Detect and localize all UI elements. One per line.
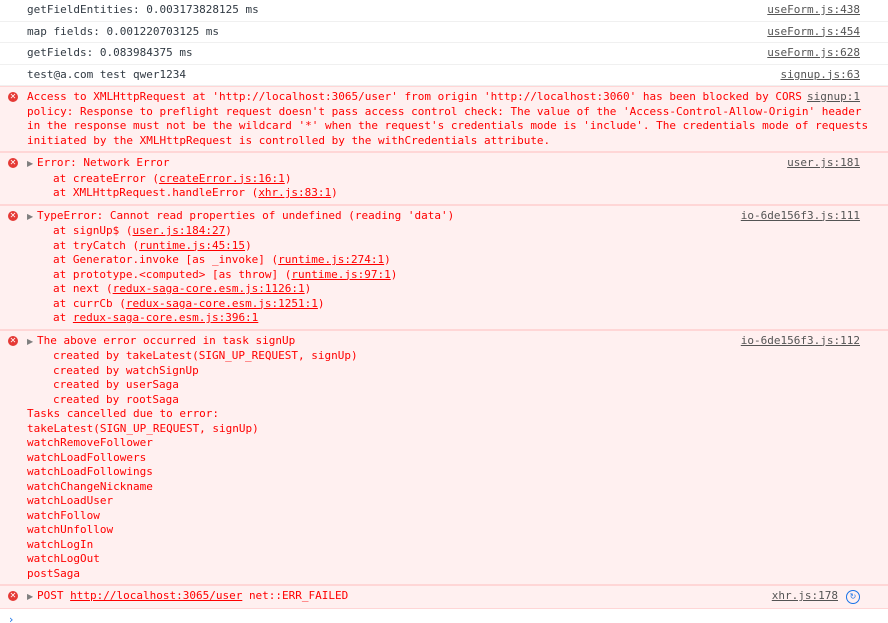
expand-triangle-icon[interactable]: ▶	[27, 335, 37, 350]
created-by-line: created by userSaga	[53, 378, 179, 391]
stack-frame-link[interactable]: redux-saga-core.esm.js:1251:1	[126, 297, 318, 310]
error-title: Error: Network Error	[37, 156, 170, 169]
source-link[interactable]: useForm.js:454	[767, 25, 860, 40]
expand-triangle-icon[interactable]: ▶	[27, 590, 37, 605]
error-icon: ✕	[8, 158, 18, 168]
post-error-message[interactable]: ✕ ▶ POST http://localhost:3065/user net::…	[0, 585, 888, 609]
source-link[interactable]: io-6de156f3.js:111	[740, 208, 860, 223]
network-panel-icon[interactable]: ↻	[846, 590, 860, 604]
request-method: POST	[37, 589, 64, 602]
task-line: watchLoadFollowings	[27, 465, 153, 478]
stack-frame: at signUp$ (user.js:184:27)	[53, 224, 232, 237]
task-line: watchFollow	[27, 508, 100, 522]
stack-frame-link[interactable]: createError.js:16:1	[159, 172, 285, 185]
task-line: watchLoadFollowers	[27, 450, 147, 464]
error-icon: ✕	[8, 92, 18, 102]
error-line: Access to XMLHttpRequest at 'http://loca…	[27, 90, 802, 103]
task-line: watchLogIn	[27, 537, 94, 551]
source-link[interactable]: useForm.js:438	[767, 3, 860, 18]
created-by-line: created by takeLatest(SIGN_UP_REQUEST, s…	[53, 349, 358, 362]
source-link[interactable]: user.js:181	[787, 156, 860, 171]
stack-frame-link[interactable]: xhr.js:83:1	[258, 186, 331, 199]
error-title: The above error occurred in task signUp	[37, 333, 296, 347]
source-link[interactable]: io-6de156f3.js:112	[740, 333, 860, 348]
stack-frame: at prototype.<computed> [as throw] (runt…	[53, 267, 398, 281]
saga-error-message[interactable]: ✕ ▶ The above error occurred in task sign…	[0, 329, 888, 585]
console-panel: getFieldEntities: 0.003173828125 ms useF…	[0, 0, 888, 623]
stack-frame: at redux-saga-core.esm.js:396:1	[53, 311, 259, 324]
created-by-line: created by rootSaga	[53, 392, 179, 406]
expand-triangle-icon[interactable]: ▶	[27, 157, 37, 172]
log-text: getFields: 0.083984375 ms	[27, 46, 193, 59]
network-error-message[interactable]: ✕ ▶ Error: Network Error at createError (…	[0, 152, 888, 205]
request-status: net::ERR_FAILED	[248, 589, 349, 602]
log-text: getFieldEntities: 0.003173828125 ms	[27, 3, 259, 16]
stack-frame: at createError (createError.js:16:1)	[53, 171, 292, 185]
task-line: watchRemoveFollower	[27, 436, 153, 449]
stack-frame-link[interactable]: redux-saga-core.esm.js:1126:1	[113, 282, 305, 295]
stack-frame: at XMLHttpRequest.handleError (xhr.js:83…	[53, 186, 338, 199]
created-by-line: created by watchSignUp	[53, 363, 199, 377]
error-line: in the response must not be the wildcard…	[27, 119, 869, 132]
expand-triangle-icon[interactable]: ▶	[27, 210, 37, 225]
log-text: test@a.com test qwer1234	[27, 67, 186, 81]
stack-frame-link[interactable]: user.js:184:27	[132, 224, 225, 237]
task-line: watchUnfollow	[27, 523, 114, 536]
console-prompt[interactable]: ›	[0, 609, 888, 623]
source-link[interactable]: signup.js:63	[781, 68, 860, 83]
error-icon: ✕	[8, 335, 18, 346]
log-text: map fields: 0.001220703125 ms	[27, 24, 220, 38]
stack-frame-link[interactable]: runtime.js:45:15	[139, 239, 245, 252]
task-line: watchLoadUser	[27, 494, 114, 507]
stack-frame: at currCb (redux-saga-core.esm.js:1251:1…	[53, 296, 325, 310]
log-message: map fields: 0.001220703125 ms useForm.js…	[0, 22, 888, 43]
error-title: TypeError: Cannot read properties of und…	[37, 208, 455, 222]
stack-frame: at tryCatch (runtime.js:45:15)	[53, 238, 252, 252]
source-link[interactable]: signup:1	[807, 90, 860, 105]
stack-frame: at next (redux-saga-core.esm.js:1126:1)	[53, 282, 312, 295]
log-message: getFieldEntities: 0.003173828125 ms useF…	[0, 0, 888, 22]
source-link[interactable]: xhr.js:178	[771, 589, 838, 604]
task-line: postSaga	[27, 566, 80, 580]
log-message: getFields: 0.083984375 ms useForm.js:628	[0, 43, 888, 65]
stack-frame-link[interactable]: runtime.js:97:1	[291, 268, 390, 281]
stack-frame-link[interactable]: redux-saga-core.esm.js:396:1	[73, 311, 258, 324]
task-line: watchChangeNickname	[27, 479, 153, 493]
task-line: watchLogOut	[27, 552, 100, 565]
task-line: takeLatest(SIGN_UP_REQUEST, signUp)	[27, 421, 259, 435]
error-icon: ✕	[8, 591, 18, 601]
request-url-link[interactable]: http://localhost:3065/user	[70, 589, 242, 602]
log-message: test@a.com test qwer1234 signup.js:63	[0, 65, 888, 86]
error-line: initiated by the XMLHttpRequest is contr…	[27, 133, 551, 147]
stack-frame: at Generator.invoke [as _invoke] (runtim…	[53, 253, 391, 266]
tasks-header: Tasks cancelled due to error:	[27, 407, 220, 420]
stack-frame-link[interactable]: runtime.js:274:1	[278, 253, 384, 266]
source-link[interactable]: useForm.js:628	[767, 46, 860, 61]
type-error-message[interactable]: ✕ ▶ TypeError: Cannot read properties of …	[0, 204, 888, 330]
error-line: policy: Response to preflight request do…	[27, 104, 862, 118]
cors-error-message: ✕ Access to XMLHttpRequest at 'http://lo…	[0, 86, 888, 152]
prompt-chevron-icon: ›	[9, 612, 14, 623]
error-icon: ✕	[8, 210, 18, 221]
